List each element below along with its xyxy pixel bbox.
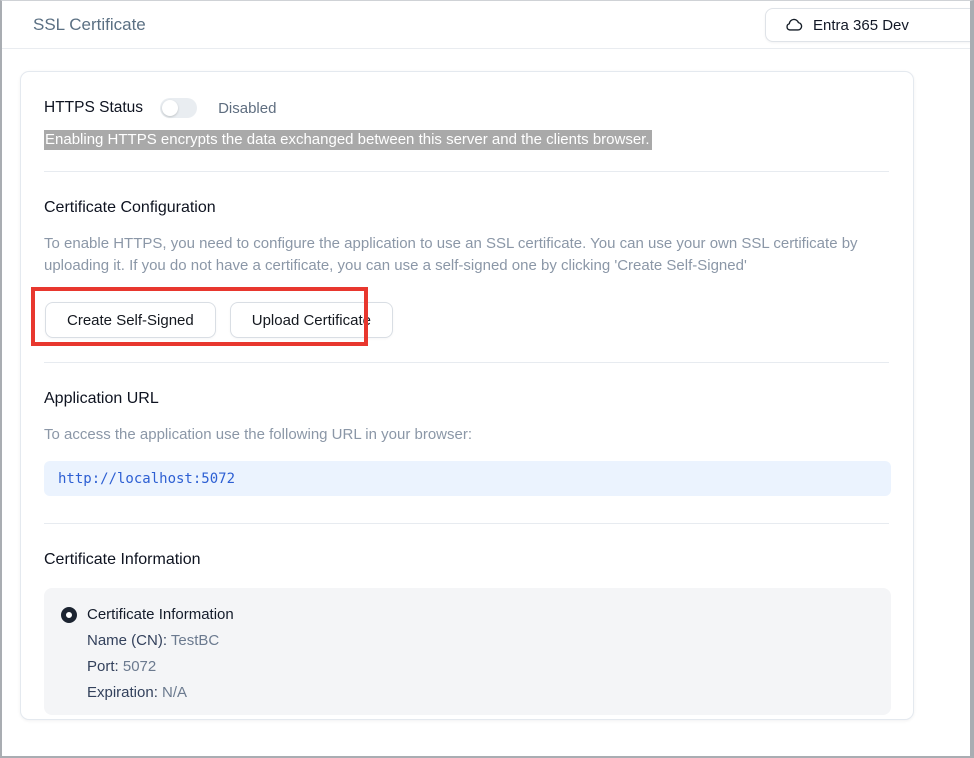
upload-certificate-button[interactable]: Upload Certificate (230, 302, 393, 338)
certificate-field-name-label: Name (CN): (87, 632, 167, 649)
certificate-information-option: Certificate Information (61, 606, 891, 623)
certificate-configuration-heading: Certificate Configuration (44, 199, 889, 217)
certificate-action-buttons: Create Self-Signed Upload Certificate (45, 302, 393, 338)
create-self-signed-button[interactable]: Create Self-Signed (45, 302, 216, 338)
certificate-information-heading: Certificate Information (44, 551, 889, 569)
https-status-label: HTTPS Status (44, 99, 143, 117)
ssl-settings-card: HTTPS Status Disabled Enabling HTTPS enc… (20, 71, 914, 720)
section-divider (44, 171, 889, 172)
application-url-heading: Application URL (44, 390, 889, 408)
certificate-fields: Name (CN): TestBC Port: 5072 Expiration:… (87, 632, 891, 701)
cloud-icon (785, 18, 803, 32)
app-window: SSL Certificate Entra 365 Dev HTTPS Stat… (0, 0, 974, 758)
certificate-information-option-label: Certificate Information (87, 606, 234, 623)
certificate-configuration-description: To enable HTTPS, you need to configure t… (44, 233, 889, 277)
page-title: SSL Certificate (33, 15, 146, 35)
certificate-field-name-value: TestBC (171, 632, 219, 649)
certificate-field-name: Name (CN): TestBC (87, 632, 891, 649)
environment-selector-button[interactable]: Entra 365 Dev (765, 8, 974, 42)
https-description-highlighted-text: Enabling HTTPS encrypts the data exchang… (44, 130, 652, 150)
application-url-text: http://localhost:5072 (58, 471, 235, 487)
https-description-line: Enabling HTTPS encrypts the data exchang… (44, 131, 889, 149)
section-divider (44, 523, 889, 524)
https-status-row: HTTPS Status Disabled (44, 98, 889, 118)
certificate-information-radio[interactable] (61, 607, 77, 623)
certificate-field-expiration: Expiration: N/A (87, 684, 891, 701)
page-header: SSL Certificate Entra 365 Dev (2, 1, 970, 49)
certificate-field-port-label: Port: (87, 658, 119, 675)
https-toggle-knob (162, 100, 178, 116)
section-divider (44, 362, 889, 363)
application-url-description: To access the application use the follow… (44, 424, 889, 446)
https-toggle[interactable] (160, 98, 197, 118)
https-status-state: Disabled (218, 100, 276, 117)
certificate-field-port-value: 5072 (123, 658, 156, 675)
environment-selector-label: Entra 365 Dev (813, 17, 909, 34)
certificate-field-expiration-value: N/A (162, 684, 187, 701)
certificate-information-card: Certificate Information Name (CN): TestB… (44, 588, 891, 715)
certificate-field-expiration-label: Expiration: (87, 684, 158, 701)
certificate-field-port: Port: 5072 (87, 658, 891, 675)
application-url-value: http://localhost:5072 (44, 461, 891, 496)
